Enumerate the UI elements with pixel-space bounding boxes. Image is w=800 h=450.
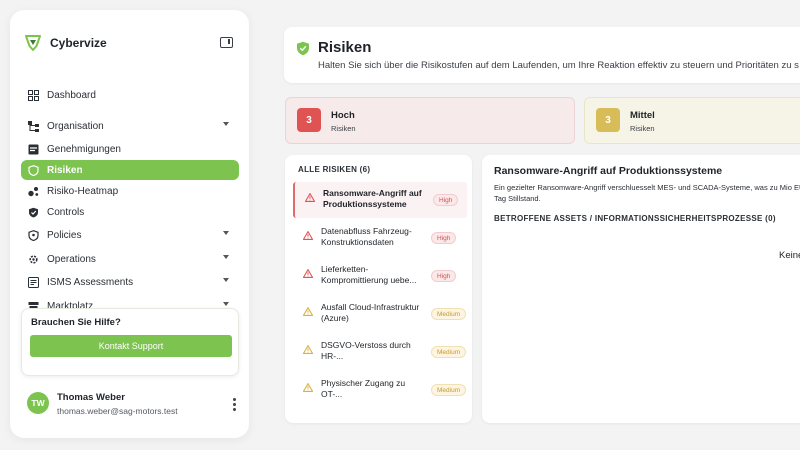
sidebar-item-isms-assessments[interactable]: ISMS Assessments bbox=[21, 272, 239, 292]
risk-detail-panel: Ransomware-Angriff auf Produktionssystem… bbox=[482, 155, 800, 423]
sidebar-item-organisation[interactable]: Organisation bbox=[21, 116, 239, 136]
stat-label: Mittel bbox=[630, 110, 655, 121]
help-title: Brauchen Sie Hilfe? bbox=[31, 317, 121, 328]
stat-count: 3 bbox=[596, 108, 620, 132]
sidebar-item-risiken[interactable]: Risiken bbox=[21, 160, 239, 180]
sidebar-item-risiko-heatmap[interactable]: Risiko-Heatmap bbox=[21, 181, 239, 201]
risk-level-badge: High bbox=[431, 232, 457, 244]
chevron-down-icon bbox=[223, 278, 229, 282]
affected-assets-heading: BETROFFENE ASSETS / INFORMATIONSSICHERHE… bbox=[494, 214, 776, 223]
brand[interactable]: Cybervize bbox=[24, 32, 107, 54]
sidebar-item-controls[interactable]: Controls bbox=[21, 202, 239, 222]
org-icon bbox=[28, 120, 39, 132]
sidebar-item-policies[interactable]: Policies bbox=[21, 225, 239, 245]
sidebar-item-operations[interactable]: Operations bbox=[21, 249, 239, 269]
approval-icon bbox=[28, 144, 39, 154]
warning-icon bbox=[303, 269, 313, 278]
grid-icon bbox=[28, 89, 39, 101]
risk-title: DSGVO-Verstoss durch HR-... bbox=[321, 340, 411, 361]
shield-check-icon bbox=[297, 41, 309, 56]
warning-icon bbox=[303, 307, 313, 316]
stat-label: Hoch bbox=[331, 110, 355, 121]
page-header: Risiken Halten Sie sich über die Risikos… bbox=[284, 27, 800, 83]
risk-list-item[interactable]: Ausfall Cloud-Infrastruktur (Azure) Medi… bbox=[293, 296, 467, 332]
policy-icon bbox=[28, 229, 39, 241]
stat-sublabel: Risiken bbox=[331, 124, 356, 133]
risk-list-panel: ALLE RISIKEN (6) Ransomware-Angriff auf … bbox=[285, 155, 472, 423]
page-title: Risiken bbox=[318, 39, 372, 56]
user-email: thomas.weber@sag-motors.test bbox=[57, 406, 178, 416]
risk-title: Physischer Zugang zu OT-... bbox=[321, 378, 406, 399]
risk-title: Datenabfluss Fahrzeug-Konstruktionsdaten bbox=[321, 226, 412, 247]
user-name: Thomas Weber bbox=[57, 392, 125, 403]
stat-card-high[interactable]: 3 Hoch Risiken bbox=[285, 97, 575, 144]
chevron-down-icon bbox=[223, 231, 229, 235]
cybervize-logo-icon bbox=[25, 35, 41, 51]
sidebar-item-label: ISMS Assessments bbox=[47, 276, 134, 288]
warning-icon bbox=[303, 231, 313, 240]
sidebar: Cybervize Dashboard Organisation Genehmi… bbox=[10, 10, 249, 438]
user-profile[interactable]: TW Thomas Weber thomas.weber@sag-motors.… bbox=[26, 390, 236, 426]
risk-list-item[interactable]: Datenabfluss Fahrzeug-Konstruktionsdaten… bbox=[293, 220, 467, 256]
risk-detail-description: Ein gezielter Ransomware-Angriff verschl… bbox=[494, 183, 800, 203]
sidebar-item-label: Dashboard bbox=[47, 89, 96, 101]
sidebar-toggle-icon[interactable] bbox=[220, 37, 233, 48]
stat-sublabel: Risiken bbox=[630, 124, 655, 133]
sidebar-item-dashboard[interactable]: Dashboard bbox=[21, 85, 239, 105]
contact-support-button[interactable]: Kontakt Support bbox=[30, 335, 232, 357]
risk-list-heading: ALLE RISIKEN (6) bbox=[298, 165, 371, 174]
help-box: Brauchen Sie Hilfe? Kontakt Support bbox=[21, 308, 239, 376]
sidebar-item-label: Risiken bbox=[47, 164, 83, 176]
shield-icon bbox=[28, 164, 39, 176]
sidebar-item-label: Operations bbox=[47, 253, 96, 265]
chevron-down-icon bbox=[223, 255, 229, 259]
warning-icon bbox=[303, 383, 313, 392]
heatmap-icon bbox=[28, 186, 39, 196]
stat-card-medium[interactable]: 3 Mittel Risiken bbox=[584, 97, 800, 144]
sidebar-item-label: Policies bbox=[47, 229, 82, 241]
chevron-down-icon bbox=[223, 122, 229, 126]
risk-level-badge: Medium bbox=[431, 308, 467, 320]
sidebar-item-label: Genehmigungen bbox=[47, 143, 121, 155]
more-vertical-icon[interactable] bbox=[233, 398, 236, 411]
brand-name: Cybervize bbox=[50, 36, 107, 50]
risk-title: Ransomware-Angriff auf Produktionssystem… bbox=[323, 188, 422, 209]
risk-detail-title: Ransomware-Angriff auf Produktionssystem… bbox=[494, 165, 723, 177]
assessment-icon bbox=[28, 276, 39, 288]
operations-icon bbox=[29, 254, 38, 264]
sidebar-item-label: Risiko-Heatmap bbox=[47, 185, 119, 197]
stat-count: 3 bbox=[297, 108, 321, 132]
warning-icon bbox=[305, 193, 315, 202]
risk-title: Ausfall Cloud-Infrastruktur (Azure) bbox=[321, 302, 420, 323]
risk-level-badge: Medium bbox=[431, 384, 467, 396]
controls-icon bbox=[29, 207, 38, 217]
empty-state-text: Keine bbox=[779, 250, 800, 261]
risk-level-badge: High bbox=[431, 270, 457, 282]
risk-level-badge: Medium bbox=[431, 346, 467, 358]
risk-list-item[interactable]: Lieferketten-Kompromittierung uebe... Hi… bbox=[293, 258, 467, 294]
risk-list-item[interactable]: Physischer Zugang zu OT-... Medium bbox=[293, 372, 467, 408]
page-subtitle: Halten Sie sich über die Risikostufen au… bbox=[318, 60, 799, 71]
risk-title: Lieferketten-Kompromittierung uebe... bbox=[321, 264, 417, 285]
sidebar-item-genehmigungen[interactable]: Genehmigungen bbox=[21, 139, 239, 159]
risk-level-badge: High bbox=[433, 194, 459, 206]
avatar: TW bbox=[27, 392, 49, 414]
sidebar-item-label: Controls bbox=[47, 206, 85, 218]
chevron-down-icon bbox=[223, 302, 229, 306]
sidebar-item-label: Organisation bbox=[47, 120, 104, 132]
risk-list-item[interactable]: DSGVO-Verstoss durch HR-... Medium bbox=[293, 334, 467, 370]
warning-icon bbox=[303, 345, 313, 354]
risk-list-item[interactable]: Ransomware-Angriff auf Produktionssystem… bbox=[293, 182, 467, 218]
